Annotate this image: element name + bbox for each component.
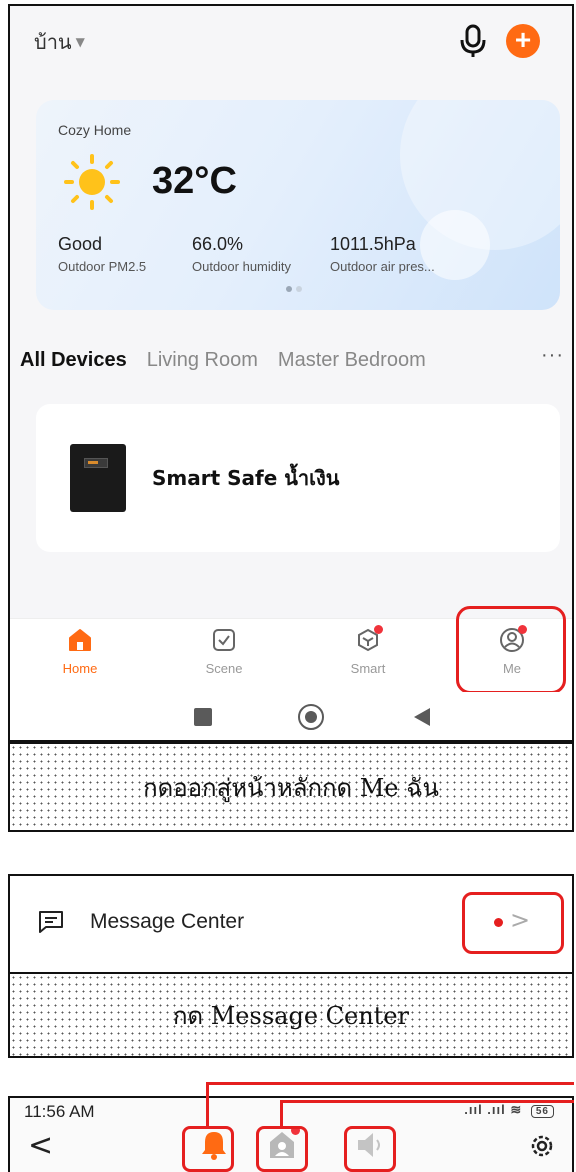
scene-icon: [213, 629, 235, 651]
device-card[interactable]: Smart Safe น้ำเงิน: [36, 404, 560, 552]
page-indicator: [286, 286, 302, 292]
nav-home-label: Home: [62, 661, 98, 676]
signal-icon: .ııl .ııl ≋: [464, 1102, 523, 1117]
smart-icon-wrap: [355, 625, 383, 653]
page-dot: [296, 286, 302, 292]
stat-humidity: 66.0% Outdoor humidity: [192, 234, 291, 274]
nav-smart[interactable]: Smart: [308, 625, 428, 676]
highlight-home-box: [256, 1126, 308, 1172]
message-center-header: 11:56 AM .ııl .ııl ≋ 56 <: [8, 1096, 574, 1172]
home-selector-label: บ้าน: [34, 30, 72, 54]
status-icons: .ııl .ııl ≋ 56: [464, 1102, 554, 1118]
home-icon: [69, 629, 91, 651]
recents-button[interactable]: [194, 708, 212, 726]
nav-scene-label: Scene: [205, 661, 243, 676]
instruction-caption-1: กดออกสู่หน้าหลักกด Me ฉัน: [8, 742, 574, 832]
highlight-speaker-box: [344, 1126, 396, 1172]
weather-place: Cozy Home: [58, 122, 132, 138]
nav-smart-label: Smart: [350, 661, 386, 676]
tab-all-devices[interactable]: All Devices: [20, 349, 127, 372]
notification-dot: [374, 625, 383, 634]
tabs-fade: [494, 340, 534, 380]
room-tabs: All Devices Living Room Master Bedroom ·…: [10, 340, 572, 380]
add-device-button[interactable]: +: [506, 24, 540, 58]
stat-value: Good: [58, 234, 103, 254]
caret-down-icon: ▼: [75, 35, 85, 49]
nav-home[interactable]: Home: [20, 627, 140, 676]
stat-label: Outdoor PM2.5: [58, 259, 147, 274]
highlight-message-box: [462, 892, 564, 954]
home-button[interactable]: [298, 704, 324, 730]
back-button[interactable]: [414, 708, 430, 726]
safe-led: [88, 461, 98, 464]
callout-line: [280, 1100, 283, 1126]
message-center-row[interactable]: Message Center >: [8, 874, 574, 972]
caption-text: กด Message Center: [172, 1001, 409, 1030]
back-arrow-icon[interactable]: <: [28, 1128, 53, 1163]
tab-master-bedroom[interactable]: Master Bedroom: [278, 349, 426, 372]
home-screen: บ้าน ▼ + Cozy Home 32°C Good Outdoor PM2…: [8, 4, 574, 742]
device-name: Smart Safe น้ำเงิน: [152, 466, 340, 490]
home-selector[interactable]: บ้าน ▼: [34, 26, 85, 58]
sun-icon: [64, 154, 120, 210]
callout-line: [206, 1082, 209, 1126]
stat-value: 1011.5hPa: [330, 234, 416, 254]
stat-label: Outdoor air pres...: [330, 259, 435, 274]
gear-icon[interactable]: [528, 1132, 556, 1160]
highlight-bell-box: [182, 1126, 234, 1172]
nav-scene[interactable]: Scene: [164, 627, 284, 676]
message-center-label: Message Center: [90, 910, 245, 933]
stat-pressure: 1011.5hPa Outdoor air pres...: [330, 234, 435, 274]
temperature: 32°C: [152, 160, 237, 202]
caption-text: กดออกสู่หน้าหลักกด Me ฉัน: [143, 773, 439, 802]
stat-label: Outdoor humidity: [192, 259, 291, 274]
microphone-icon[interactable]: [458, 24, 488, 58]
battery-icon: 56: [530, 1105, 554, 1118]
highlight-me-box: [456, 606, 566, 694]
callout-line: [206, 1082, 574, 1085]
tab-living-room[interactable]: Living Room: [147, 349, 258, 372]
message-icon: [39, 911, 63, 933]
stat-pm25: Good Outdoor PM2.5: [58, 234, 146, 274]
top-bar: บ้าน ▼ +: [10, 6, 572, 76]
callout-line: [280, 1100, 574, 1103]
system-nav-bar: [10, 692, 572, 740]
weather-card[interactable]: Cozy Home 32°C Good Outdoor PM2.5 66.0% …: [36, 100, 560, 310]
page-dot: [286, 286, 292, 292]
instruction-caption-2: กด Message Center: [8, 972, 574, 1058]
status-time: 11:56 AM: [24, 1102, 95, 1121]
safe-image: [70, 444, 126, 512]
more-tabs-button[interactable]: ···: [541, 344, 564, 367]
stat-value: 66.0%: [192, 234, 244, 254]
